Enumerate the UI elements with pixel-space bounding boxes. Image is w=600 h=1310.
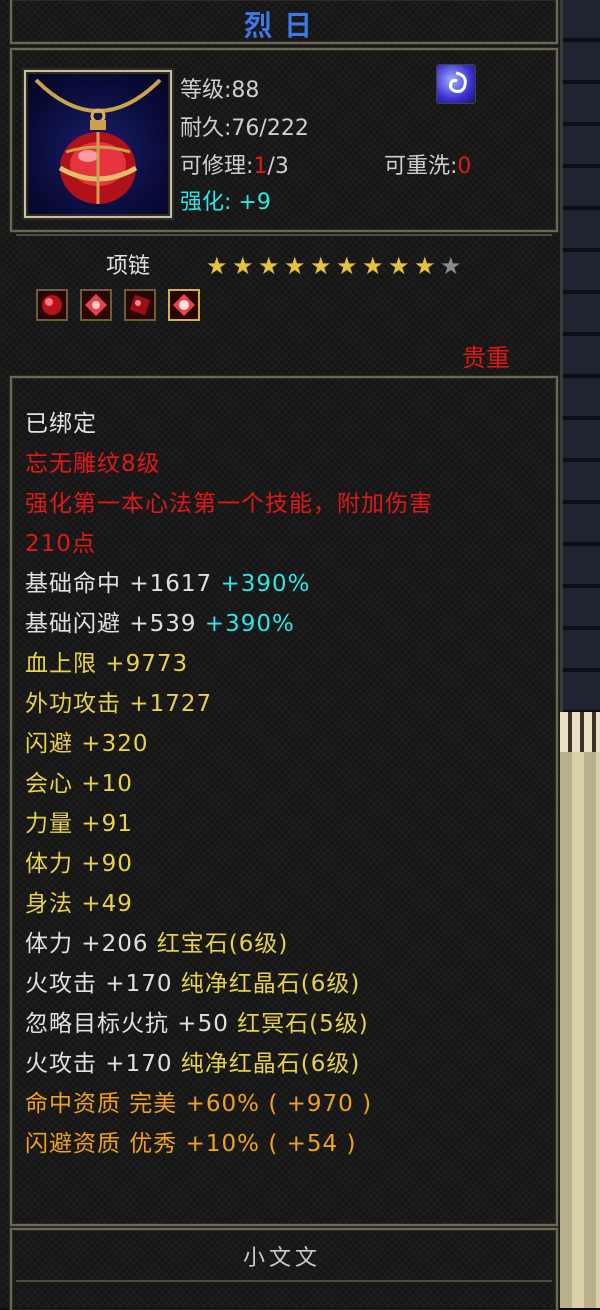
- stat-base-dodge: 基础闪避 +539 +390%: [25, 611, 295, 637]
- divider: [16, 234, 552, 236]
- item-rewashable: 可重洗:0: [384, 154, 472, 179]
- aptitude-hit: 命中资质 完美 +60% ( +970 ): [25, 1091, 373, 1117]
- item-enhancement: 强化: +9: [180, 190, 271, 215]
- bound-status: 已绑定: [25, 411, 97, 437]
- stat-constitution: 体力 +90: [25, 851, 133, 877]
- effect-line-1: 强化第一本心法第一个技能，附加伤害: [25, 491, 433, 517]
- item-name: 烈日: [243, 9, 324, 42]
- gem-stat-3: 忽略目标火抗 +50 红冥石(5级): [25, 1011, 369, 1037]
- star-filled-icon: ★: [206, 252, 228, 280]
- gem-stat-4: 火攻击 +170 纯净红晶石(6级): [25, 1051, 361, 1077]
- stat-attack: 外功攻击 +1727: [25, 691, 213, 717]
- stat-base-hit: 基础命中 +1617 +390%: [25, 571, 311, 597]
- item-level: 等级:88: [180, 78, 260, 103]
- star-filled-icon: ★: [284, 252, 306, 280]
- item-title-bar: 烈日: [10, 0, 558, 44]
- item-durability: 耐久:76/222: [180, 116, 309, 141]
- effect-line-2: 210点: [25, 531, 96, 557]
- engraving: 忘无雕纹8级: [25, 451, 161, 477]
- item-repairable: 可修理:1/3: [180, 154, 289, 179]
- divider: [16, 1280, 552, 1282]
- stat-hp: 血上限 +9773: [25, 651, 189, 677]
- star-filled-icon: ★: [258, 252, 280, 280]
- gem-stat-1: 体力 +206 红宝石(6级): [25, 931, 289, 957]
- star-filled-icon: ★: [310, 252, 332, 280]
- star-empty-icon: ★: [440, 252, 462, 280]
- game-map-background: [560, 712, 600, 1308]
- stat-evade: 闪避 +320: [25, 731, 149, 757]
- gem-stat-2: 火攻击 +170 纯净红晶石(6级): [25, 971, 361, 997]
- star-filled-icon: ★: [414, 252, 436, 280]
- star-filled-icon: ★: [362, 252, 384, 280]
- star-filled-icon: ★: [232, 252, 254, 280]
- gem-slot-2[interactable]: [80, 289, 112, 321]
- stat-crit: 会心 +10: [25, 771, 133, 797]
- game-wall-texture: [560, 712, 600, 752]
- swirl-spell-icon: [436, 64, 476, 104]
- item-rarity: 贵重: [462, 344, 510, 372]
- owner-name: 小文文: [242, 1246, 321, 1271]
- star-filled-icon: ★: [388, 252, 410, 280]
- item-type: 项链: [106, 254, 151, 279]
- gem-slot-4[interactable]: [168, 289, 200, 321]
- stat-agility: 身法 +49: [25, 891, 133, 917]
- stat-strength: 力量 +91: [25, 811, 133, 837]
- aptitude-dodge: 闪避资质 优秀 +10% ( +54 ): [25, 1131, 357, 1157]
- gem-slot-1[interactable]: [36, 289, 68, 321]
- ruby-pendant-necklace-icon[interactable]: [24, 70, 172, 218]
- gem-slot-3[interactable]: [124, 289, 156, 321]
- star-filled-icon: ★: [336, 252, 358, 280]
